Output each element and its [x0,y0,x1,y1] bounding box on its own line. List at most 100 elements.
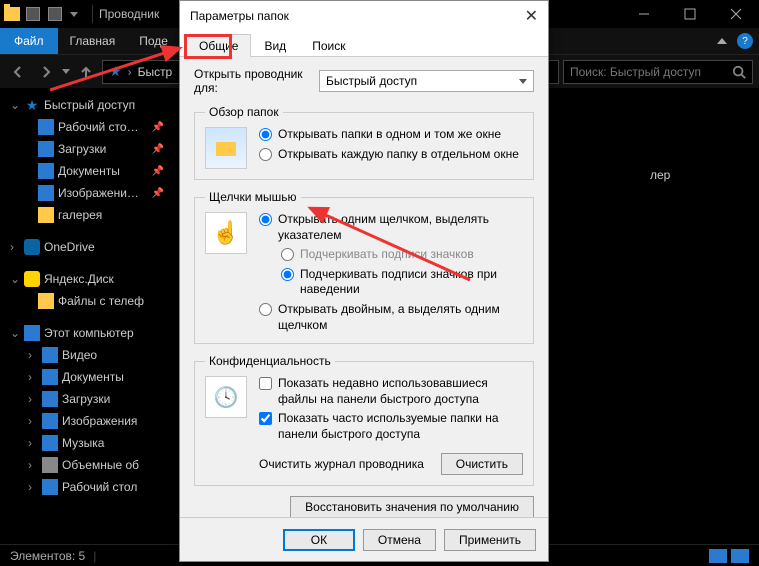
tab-file[interactable]: Файл [0,28,58,54]
close-button[interactable] [713,0,759,28]
view-large-icon[interactable] [731,549,749,563]
radio-double-click[interactable]: Открывать двойным, а выделять одним щелч… [259,302,523,333]
dialog-footer: ОК Отмена Применить [180,517,548,561]
sidebar-label: Быстрый доступ [44,98,135,112]
sidebar-label: Документы [58,164,120,178]
privacy-legend: Конфиденциальность [205,354,335,368]
tab-view[interactable]: Вид [251,34,299,57]
radio-same-window[interactable]: Открывать папки в одном и том же окне [259,127,523,143]
dialog-body: Открыть проводник для: Быстрый доступ Об… [180,57,548,517]
view-details-icon[interactable] [709,549,727,563]
sidebar-label: OneDrive [44,240,95,254]
checkbox-input[interactable] [259,412,272,425]
sidebar-item-music[interactable]: ›Музыка [0,432,170,454]
cancel-button[interactable]: Отмена [363,529,436,551]
sidebar-label: Изображени… [58,186,139,200]
sidebar-label: Яндекс.Диск [44,272,114,286]
quick-access-toolbar [26,7,78,21]
folder-options-dialog: Параметры папок ✕ Общие Вид Поиск Открыт… [179,0,549,562]
checkbox-input[interactable] [259,377,272,390]
window-controls [621,0,759,28]
radio-input[interactable] [259,303,272,316]
radio-label: Открывать папки в одном и том же окне [278,127,501,143]
radio-input[interactable] [259,213,272,226]
status-text: Элементов: 5 [10,549,85,563]
search-input[interactable]: Поиск: Быстрый доступ [563,60,753,84]
radio-underline-always[interactable]: Подчеркивать подписи значков [281,247,523,263]
ok-button[interactable]: ОК [283,529,355,551]
sidebar-item-yandex-files[interactable]: Файлы с телеф [0,290,170,312]
window-title: Проводник [99,7,159,21]
radio-single-click[interactable]: Открывать одним щелчком, выделять указат… [259,212,523,243]
radio-new-window[interactable]: Открывать каждую папку в отдельном окне [259,147,523,163]
sidebar-item-documents2[interactable]: ›Документы [0,366,170,388]
sidebar-item-3dobjects[interactable]: ›Объемные об [0,454,170,476]
sidebar-label: Файлы с телеф [58,294,144,308]
sidebar-label: Документы [62,370,124,384]
sidebar-label: галерея [58,208,102,222]
check-recent-files[interactable]: Показать недавно использовавшиеся файлы … [259,376,523,407]
sidebar-item-downloads2[interactable]: ›Загрузки [0,388,170,410]
sidebar-item-thispc[interactable]: ⌄Этот компьютер [0,322,170,344]
nav-forward-button[interactable] [34,60,58,84]
sidebar-item-gallery[interactable]: галерея [0,204,170,226]
radio-label: Открывать каждую папку в отдельном окне [278,147,519,163]
radio-underline-hover[interactable]: Подчеркивать подписи значков при наведен… [281,267,523,298]
click-behavior-group: Щелчки мышью Открывать одним щелчком, вы… [194,190,534,344]
browse-legend: Обзор папок [205,105,283,119]
sidebar-item-desktop[interactable]: Рабочий сто… 📌 [0,116,170,138]
sidebar-label: Загрузки [62,392,110,406]
minimize-button[interactable] [621,0,667,28]
sidebar-label: Рабочий стол [62,480,137,494]
check-frequent-folders[interactable]: Показать часто используемые папки на пан… [259,411,523,442]
sidebar-label: Рабочий сто… [58,120,139,134]
sidebar-item-pictures[interactable]: Изображени…📌 [0,182,170,204]
privacy-group: Конфиденциальность Показать недавно испо… [194,354,534,485]
qat-dropdown-icon[interactable] [70,12,78,17]
tab-share[interactable]: Поде [127,28,180,54]
sidebar-item-pictures2[interactable]: ›Изображения [0,410,170,432]
apply-button[interactable]: Применить [444,529,536,551]
open-for-label: Открыть проводник для: [194,67,309,95]
dialog-title: Параметры папок [190,9,289,23]
clear-history-button[interactable]: Очистить [441,453,523,475]
history-icon [205,376,247,418]
sidebar-label: Этот компьютер [44,326,134,340]
sidebar-item-documents[interactable]: Документы📌 [0,160,170,182]
nav-up-button[interactable] [74,60,98,84]
folder-icon [4,7,20,21]
sidebar-item-downloads[interactable]: Загрузки📌 [0,138,170,160]
sidebar-item-onedrive[interactable]: ›OneDrive [0,236,170,258]
radio-label: Открывать одним щелчком, выделять указат… [278,212,523,243]
qat-newfolder-icon[interactable] [48,7,62,21]
sidebar-item-yandex[interactable]: ⌄Яндекс.Диск [0,268,170,290]
radio-input[interactable] [281,268,294,281]
search-placeholder: Поиск: Быстрый доступ [570,65,732,79]
sidebar-item-desktop2[interactable]: ›Рабочий стол [0,476,170,498]
dialog-close-button[interactable]: ✕ [525,6,538,26]
tab-general[interactable]: Общие [186,34,251,57]
nav-history-dropdown[interactable] [62,69,70,74]
radio-label: Подчеркивать подписи значков при наведен… [300,267,523,298]
breadcrumb[interactable]: Быстр [138,65,173,79]
tab-home[interactable]: Главная [58,28,128,54]
help-icon[interactable]: ? [737,33,753,49]
tab-search[interactable]: Поиск [299,34,358,57]
open-for-combo[interactable]: Быстрый доступ [319,70,534,92]
nav-back-button[interactable] [6,60,30,84]
sidebar-label: Изображения [62,414,137,428]
radio-input[interactable] [259,128,272,141]
checkbox-label: Показать недавно использовавшиеся файлы … [278,376,523,407]
qat-properties-icon[interactable] [26,7,40,21]
pin-icon: 📌 [152,122,164,133]
maximize-button[interactable] [667,0,713,28]
clear-history-label: Очистить журнал проводника [259,457,431,471]
pin-icon: 📌 [152,144,164,155]
restore-defaults-button[interactable]: Восстановить значения по умолчанию [290,496,534,517]
radio-input[interactable] [281,248,294,261]
radio-input[interactable] [259,148,272,161]
sidebar-item-quick-access[interactable]: ⌄★Быстрый доступ [0,94,170,116]
collapse-ribbon-icon[interactable] [717,38,727,44]
sidebar-item-videos[interactable]: ›Видео [0,344,170,366]
search-icon [732,65,746,79]
